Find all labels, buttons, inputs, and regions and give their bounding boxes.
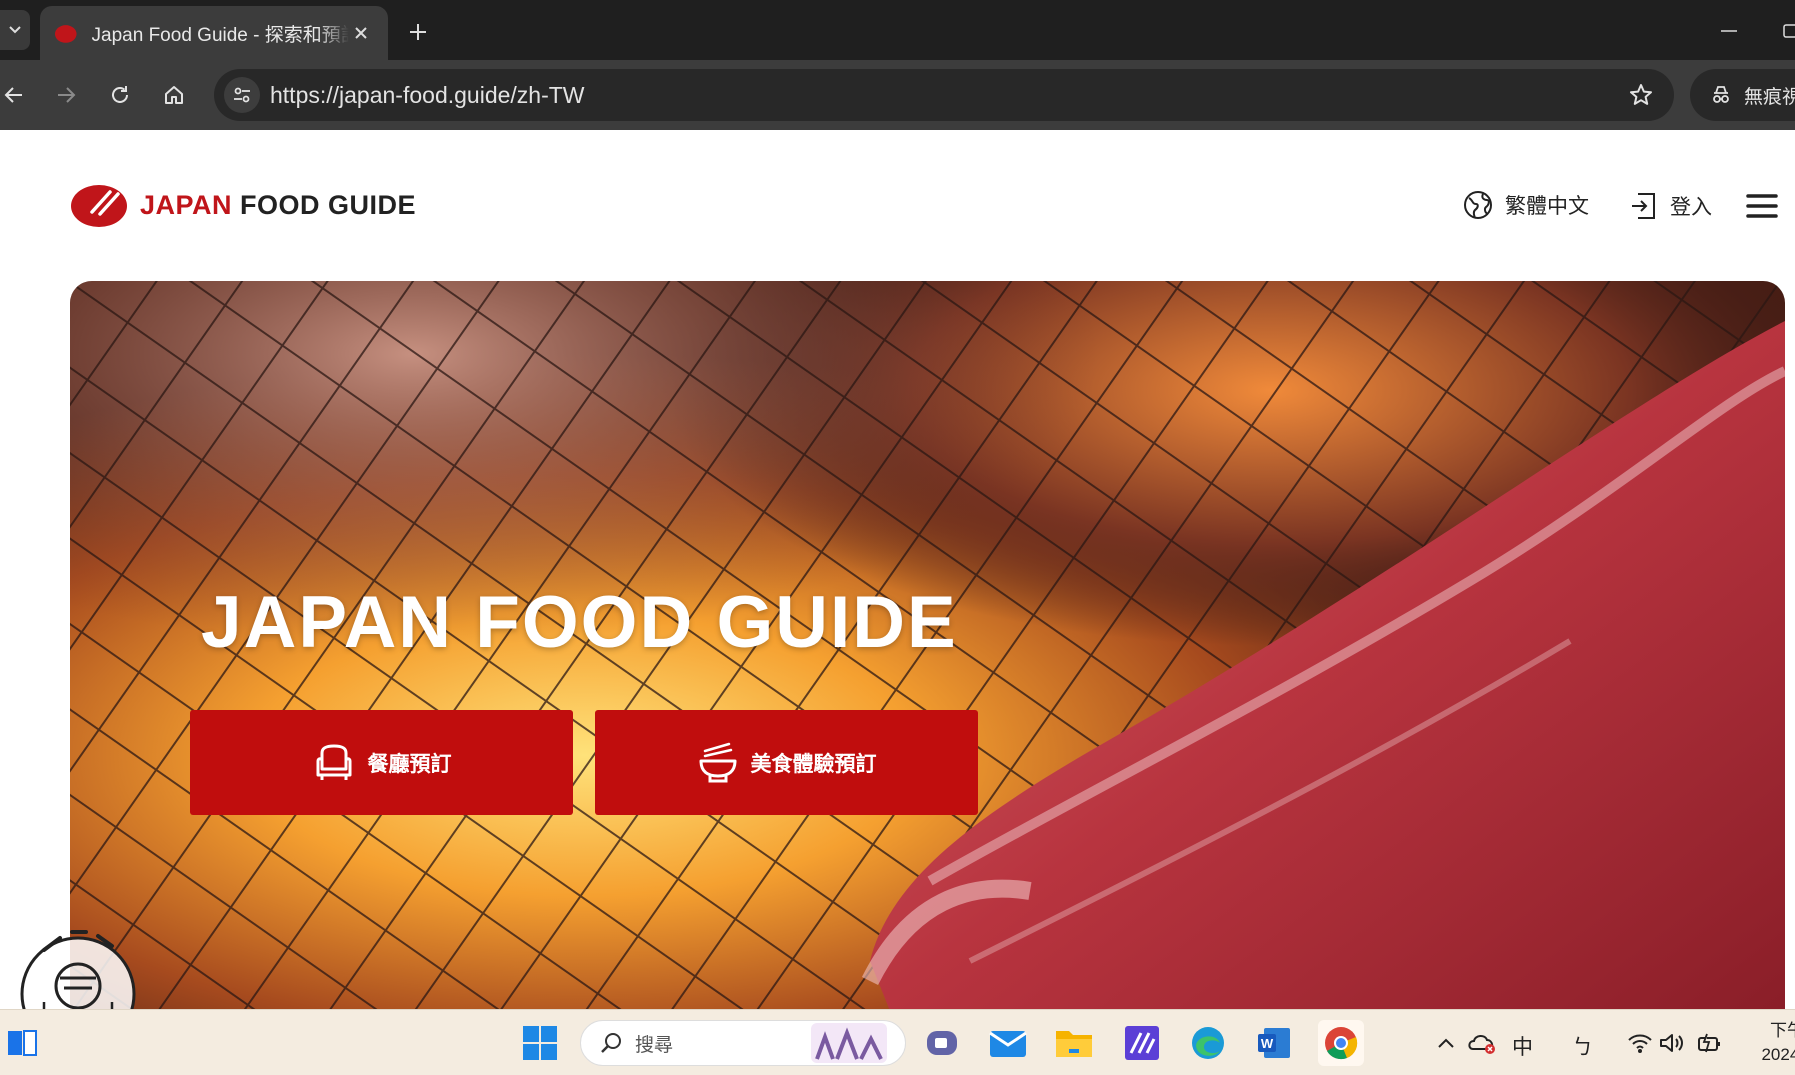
food-experience-booking-button[interactable]: 美食體驗預訂 (595, 710, 978, 815)
tray-show-hidden[interactable] (1426, 1023, 1466, 1063)
taskbar-mail[interactable] (988, 1023, 1028, 1063)
back-button[interactable] (0, 75, 34, 115)
browser-tab-bar: Japan Food Guide - 探索和預訂 (0, 0, 1795, 60)
widgets-button[interactable] (2, 1023, 42, 1063)
tab-title: Japan Food Guide - 探索和預訂 (91, 24, 349, 46)
maximize-icon (1783, 24, 1795, 38)
address-bar[interactable]: https://japan-food.guide/zh-TW (214, 69, 1674, 121)
tray-onedrive[interactable] (1462, 1023, 1502, 1063)
windows-taskbar: 搜尋 W 中 ㄅ 下午 2024/ (0, 1009, 1795, 1075)
language-label: 繁體中文 (1505, 195, 1589, 218)
forward-button[interactable] (46, 75, 86, 115)
restaurant-booking-button[interactable]: 餐廳預訂 (190, 710, 573, 815)
window-maximize-button[interactable] (1782, 18, 1795, 44)
speaker-icon (1660, 1034, 1683, 1052)
windows-logo-icon (523, 1026, 557, 1060)
search-icon (601, 1033, 621, 1053)
bowl-icon (699, 742, 736, 782)
folder-icon (1056, 1031, 1092, 1057)
mail-icon (989, 1031, 1027, 1057)
clock-date: 2024/ (1761, 1045, 1795, 1064)
arrow-right-icon (58, 87, 76, 103)
food-experience-booking-label: 美食體驗預訂 (750, 752, 877, 776)
login-link[interactable]: 登入 (1630, 190, 1712, 222)
arrow-left-icon (4, 87, 22, 103)
bookmark-star-icon[interactable] (1628, 82, 1654, 108)
incognito-label: 無痕視窗 (1744, 86, 1795, 108)
taskbar-word[interactable]: W (1254, 1023, 1294, 1063)
hero-title: JAPAN FOOD GUIDE (201, 582, 958, 663)
incognito-indicator[interactable]: 無痕視窗 (1690, 69, 1795, 121)
hero-banner: JAPAN FOOD GUIDE 餐廳預訂 美食體驗預訂 (70, 281, 1785, 1011)
taskbar-file-explorer[interactable] (1054, 1023, 1094, 1063)
taskbar-chrome-active[interactable] (1318, 1020, 1364, 1066)
taskbar-teams-chat[interactable] (922, 1023, 962, 1063)
tray-battery[interactable] (1690, 1023, 1730, 1063)
edge-browser-icon (1192, 1027, 1224, 1059)
wifi-icon (1628, 1034, 1652, 1053)
site-header: JAPAN FOOD GUIDE 繁體中文 登入 (0, 130, 1795, 280)
taskbar-app-purple[interactable] (1122, 1023, 1162, 1063)
home-icon (165, 86, 183, 104)
teams-chat-icon (927, 1031, 957, 1055)
reload-icon (112, 86, 128, 103)
ime-mode-indicator[interactable]: ㄅ (1572, 1031, 1593, 1061)
url-text[interactable]: https://japan-food.guide/zh-TW (270, 69, 585, 121)
login-icon (1632, 193, 1655, 219)
site-info-button[interactable] (224, 77, 260, 113)
chevron-down-icon (9, 26, 21, 34)
chrome-browser-icon (1325, 1027, 1358, 1060)
logo-wordmark: JAPAN FOOD GUIDE (140, 189, 417, 220)
tune-icon (234, 87, 250, 103)
browser-toolbar: https://japan-food.guide/zh-TW 無痕視窗 (0, 60, 1795, 130)
new-tab-button[interactable] (402, 16, 434, 48)
widgets-icon (8, 1030, 37, 1056)
restaurant-booking-label: 餐廳預訂 (367, 752, 452, 776)
cloud-error-icon (1468, 1035, 1495, 1054)
browser-tab-active[interactable]: Japan Food Guide - 探索和預訂 (40, 6, 388, 60)
system-clock[interactable]: 下午 2024/ (1744, 1019, 1795, 1067)
japan-food-guide-favicon (54, 25, 77, 43)
login-label: 登入 (1670, 196, 1712, 219)
taskbar-edge[interactable] (1188, 1023, 1228, 1063)
chevron-up-icon (1438, 1038, 1454, 1048)
word-icon: W (1258, 1028, 1290, 1058)
tray-volume[interactable] (1652, 1023, 1692, 1063)
home-button[interactable] (154, 75, 194, 115)
taskbar-search-box[interactable]: 搜尋 (580, 1020, 906, 1066)
start-button[interactable] (520, 1023, 560, 1063)
reload-button[interactable] (100, 75, 140, 115)
window-minimize-button[interactable] (1716, 18, 1742, 44)
battery-charging-icon (1698, 1033, 1720, 1053)
language-selector[interactable]: 繁體中文 (1463, 190, 1589, 220)
hamburger-menu-icon[interactable] (1746, 190, 1778, 222)
close-icon (355, 27, 367, 39)
taskbar-search-placeholder: 搜尋 (635, 1034, 674, 1056)
plus-icon (410, 24, 426, 40)
ime-language-indicator[interactable]: 中 (1512, 1031, 1533, 1061)
minimize-icon (1721, 30, 1737, 32)
tab-search-button[interactable] (0, 10, 30, 50)
incognito-icon (1713, 86, 1729, 103)
app-logo-icon (1125, 1026, 1159, 1060)
tab-close-button[interactable] (349, 20, 375, 46)
clock-period: 下午 (1770, 1021, 1795, 1040)
globe-icon (1464, 191, 1492, 219)
search-highlight-image (811, 1023, 887, 1063)
site-logo[interactable]: JAPAN FOOD GUIDE (70, 182, 416, 228)
logo-plate-chopsticks-icon (71, 185, 127, 227)
svg-text:W: W (1261, 1036, 1274, 1051)
armchair-icon (316, 743, 351, 780)
